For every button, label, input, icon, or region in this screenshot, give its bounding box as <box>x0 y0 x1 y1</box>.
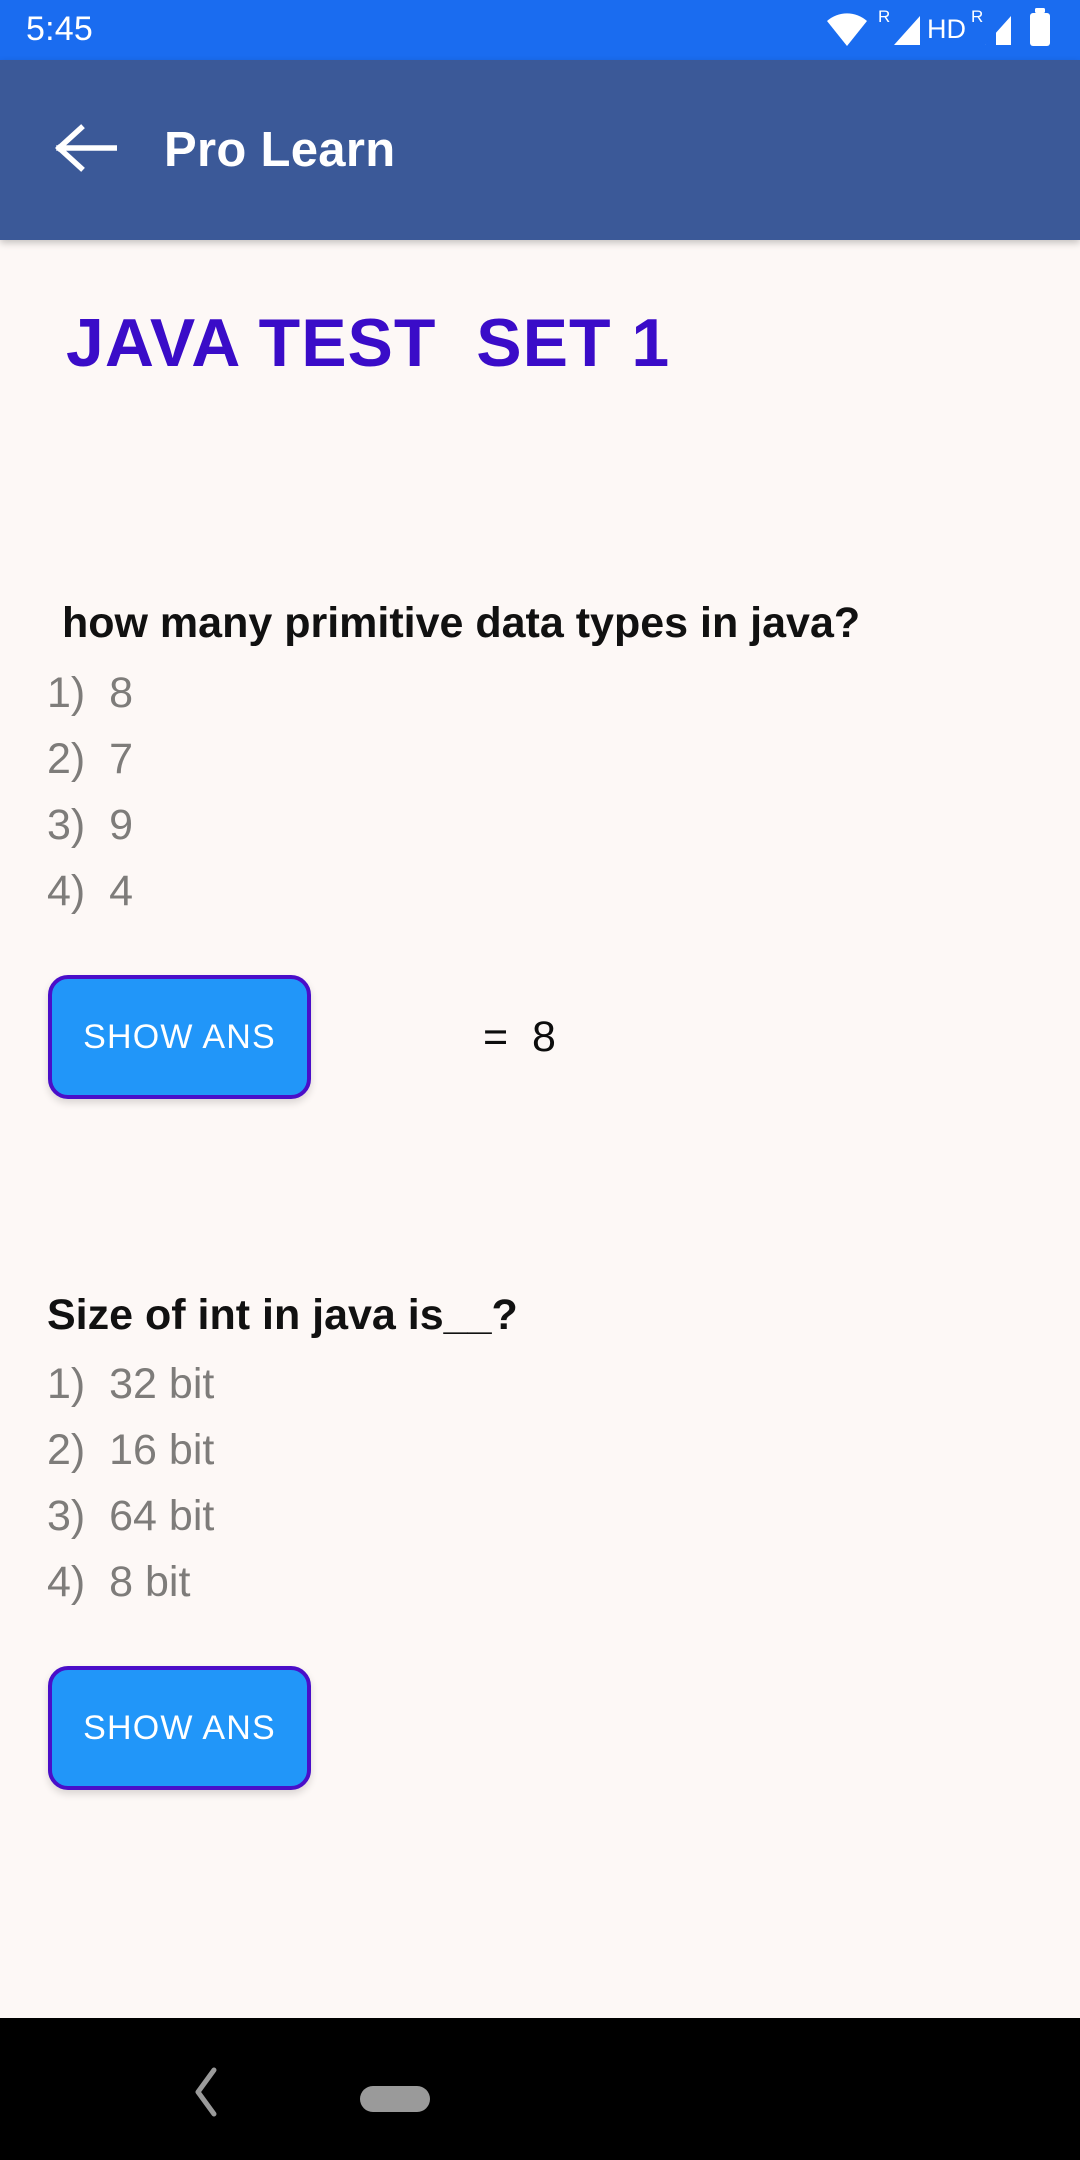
status-clock: 5:45 <box>26 10 93 48</box>
navigation-bar <box>0 2018 1080 2160</box>
option-item[interactable]: 2) 7 <box>0 738 1080 781</box>
question-block-2: Size of int in java is__? 1) 32 bit 2) 1… <box>0 1291 1080 1791</box>
question-block-1: how many primitive data types in java? 1… <box>0 599 1080 1100</box>
show-ans-button[interactable]: SHOW ANS <box>48 975 311 1100</box>
roaming-signal-icon-2: R <box>971 7 1017 54</box>
status-bar: 5:45 R HD R <box>0 0 1080 60</box>
phone-screen: 5:45 R HD R Pro Learn JAVA TEST SET 1 ho… <box>0 0 1080 2160</box>
home-pill-icon[interactable] <box>360 2086 430 2112</box>
status-icons: R HD R <box>825 7 1054 54</box>
option-item[interactable]: 4) 4 <box>0 870 1080 913</box>
answer-row: SHOW ANS <box>0 1666 1080 1791</box>
battery-icon <box>1026 7 1054 54</box>
app-bar-title: Pro Learn <box>164 123 396 177</box>
options-list: 1) 32 bit 2) 16 bit 3) 64 bit 4) 8 bit <box>0 1363 1080 1604</box>
option-item[interactable]: 1) 8 <box>0 672 1080 715</box>
option-item[interactable]: 1) 32 bit <box>0 1363 1080 1406</box>
nav-back-button[interactable] <box>162 2064 252 2124</box>
option-item[interactable]: 3) 9 <box>0 804 1080 847</box>
back-button[interactable] <box>38 102 134 198</box>
hd-label: HD <box>927 14 966 44</box>
show-ans-button[interactable]: SHOW ANS <box>48 1666 311 1791</box>
option-item[interactable]: 4) 8 bit <box>0 1561 1080 1604</box>
options-list: 1) 8 2) 7 3) 9 4) 4 <box>0 672 1080 913</box>
question-text: Size of int in java is__? <box>47 1291 518 1339</box>
svg-text:R: R <box>878 7 890 26</box>
arrow-left-icon <box>55 123 118 178</box>
wifi-icon <box>825 8 869 53</box>
roaming-signal-icon: R <box>878 7 924 54</box>
page-title: JAVA TEST SET 1 <box>66 305 671 381</box>
chevron-left-icon <box>190 2064 224 2125</box>
answer-row: SHOW ANS = 8 <box>0 975 1080 1100</box>
option-item[interactable]: 3) 64 bit <box>0 1495 1080 1538</box>
answer-value: = 8 <box>483 1012 556 1061</box>
option-item[interactable]: 2) 16 bit <box>0 1429 1080 1472</box>
question-text: how many primitive data types in java? <box>62 599 861 647</box>
content-area: JAVA TEST SET 1 how many primitive data … <box>0 240 1080 2018</box>
svg-text:R: R <box>971 7 983 26</box>
app-bar: Pro Learn <box>0 60 1080 240</box>
